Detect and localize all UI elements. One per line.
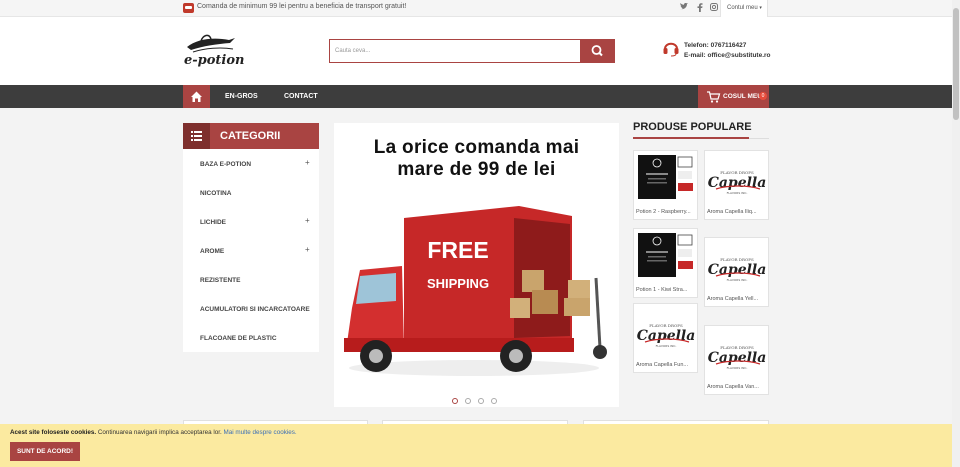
svg-text:FLAVORS INC.: FLAVORS INC.	[727, 278, 748, 282]
cart-button[interactable]: COSUL MEU 0	[698, 85, 769, 108]
categories-list: BAZA E-POTION + NICOTINA LICHIDE + AROME…	[183, 149, 319, 352]
free-text: FREE	[427, 237, 488, 263]
cookie-notice-text: Continuarea navigarii implica acceptarea…	[97, 429, 222, 436]
home-icon	[191, 91, 202, 102]
facebook-icon[interactable]	[697, 3, 703, 14]
product-card[interactable]: Potion 2 - Raspberry...	[633, 150, 698, 220]
product-image: FLAVOR DROPSCapellaFLAVORS INC.	[708, 257, 766, 282]
phone-text: Telefon: 0767116427	[684, 42, 747, 49]
chevron-down-icon: ▾	[759, 5, 762, 11]
search-icon	[591, 45, 603, 57]
twitter-icon[interactable]	[680, 2, 688, 12]
cookie-accept-button[interactable]: SUNT DE ACORD!	[10, 442, 80, 461]
search-input[interactable]: Cauta ceva...	[329, 39, 581, 63]
product-card[interactable]: Potion 1 - Kiwi Stra...	[633, 228, 698, 298]
carousel-dot[interactable]	[465, 398, 471, 404]
header: e-potion Cauta ceva... Telefon: 07671164…	[0, 17, 952, 85]
headset-icon	[663, 42, 679, 57]
cookie-notice-bold: Acest site foloseste cookies.	[10, 429, 97, 436]
cart-icon	[707, 91, 721, 103]
account-dropdown[interactable]: Contul meu ▾	[720, 0, 768, 17]
product-name[interactable]: Potion 1 - Kiwi Stra...	[636, 287, 697, 293]
product-card[interactable]: FLAVOR DROPS Capella FLAVORS INC. Aroma Cap…	[704, 237, 769, 307]
cookie-text: Acest site foloseste cookies. Continuare…	[10, 429, 297, 436]
email-text: E-mail: office@substitute.ro	[684, 52, 771, 59]
delivery-truck-image: FREE SHIPPING	[344, 206, 607, 376]
main-nav: EN-GROS CONTACT COSUL MEU 0	[0, 85, 952, 108]
product-image: FLAVOR DROPSCapellaFLAVORS INC.	[637, 323, 695, 348]
svg-text:FLAVORS INC.: FLAVORS INC.	[727, 191, 748, 195]
top-bar: Comanda de minimum 99 lei pentru a benef…	[0, 0, 952, 17]
carousel-dot[interactable]	[478, 398, 484, 404]
banner-headline-1: La orice comanda mai	[373, 137, 580, 158]
scrollbar-thumb[interactable]	[953, 8, 959, 120]
svg-text:FLAVORS INC.: FLAVORS INC.	[656, 344, 677, 348]
categories-header: CATEGORII	[183, 123, 319, 149]
product-name[interactable]: Aroma Capella Van...	[707, 384, 768, 390]
expand-icon[interactable]: +	[305, 158, 310, 167]
product-image	[638, 155, 693, 199]
product-card[interactable]: FLAVOR DROPS Capella FLAVORS INC. Aroma Cap…	[704, 325, 769, 395]
popular-title: PRODUSE POPULARE	[633, 121, 752, 133]
home-button[interactable]	[183, 85, 210, 108]
nav-item-en-gros[interactable]: EN-GROS	[225, 93, 258, 100]
search-button[interactable]	[580, 39, 615, 63]
svg-text:FLAVORS INC.: FLAVORS INC.	[727, 366, 748, 370]
product-name[interactable]: Aroma Capella Iliq...	[707, 209, 768, 215]
truck-icon	[183, 3, 194, 13]
product-name[interactable]: Potion 2 - Raspberry...	[636, 209, 697, 215]
carousel-dots	[452, 391, 504, 409]
category-nicotina[interactable]: NICOTINA	[200, 190, 231, 197]
expand-icon[interactable]: +	[305, 216, 310, 225]
category-baza-e-potion[interactable]: BAZA E-POTION	[200, 161, 251, 168]
product-card[interactable]: FLAVOR DROPS Capella FLAVORS INC. Aroma Cap…	[633, 303, 698, 373]
page-scrollbar[interactable]	[952, 0, 960, 467]
category-arome[interactable]: AROME	[200, 248, 224, 255]
logo-text: e-potion	[184, 53, 245, 68]
promo-banner[interactable]: La orice comanda mai mare de 99 de lei F…	[334, 123, 619, 407]
list-icon	[183, 123, 210, 149]
product-image: FLAVOR DROPSCapellaFLAVORS INC.	[708, 345, 766, 370]
category-lichide[interactable]: LICHIDE	[200, 219, 226, 226]
shipping-notice: Comanda de minimum 99 lei pentru a benef…	[197, 3, 407, 10]
cart-label: COSUL MEU	[723, 93, 762, 100]
carousel-dot[interactable]	[491, 398, 497, 404]
category-acumulatori[interactable]: ACUMULATORI SI INCARCATOARE	[200, 306, 310, 313]
cart-count-badge: 0	[759, 92, 767, 100]
contact-info: Telefon: 0767116427 E-mail: office@subst…	[684, 41, 771, 61]
product-name[interactable]: Aroma Capella Yell...	[707, 296, 768, 302]
cookie-more-link[interactable]: Mai multe despre cookies.	[224, 429, 297, 436]
product-name[interactable]: Aroma Capella Fun...	[636, 362, 697, 368]
category-flacoane[interactable]: FLACOANE DE PLASTIC	[200, 335, 277, 342]
product-image: FLAVOR DROPSCapellaFLAVORS INC.	[708, 170, 766, 195]
shipping-text: SHIPPING	[427, 276, 489, 291]
categories-title: CATEGORII	[220, 130, 281, 142]
cookie-banner: Acest site foloseste cookies. Continuare…	[0, 424, 952, 467]
nav-item-contact[interactable]: CONTACT	[284, 93, 318, 100]
category-rezistente[interactable]: REZISTENTE	[200, 277, 240, 284]
instagram-icon[interactable]	[710, 3, 718, 13]
banner-headline-2: mare de 99 de lei	[397, 159, 556, 180]
title-underline	[633, 137, 769, 139]
account-label: Contul meu	[727, 5, 758, 11]
product-card[interactable]: FLAVOR DROPS Capella FLAVORS INC. Aroma Cap…	[704, 150, 769, 220]
carousel-dot[interactable]	[452, 398, 458, 404]
product-image	[638, 233, 693, 277]
expand-icon[interactable]: +	[305, 245, 310, 254]
